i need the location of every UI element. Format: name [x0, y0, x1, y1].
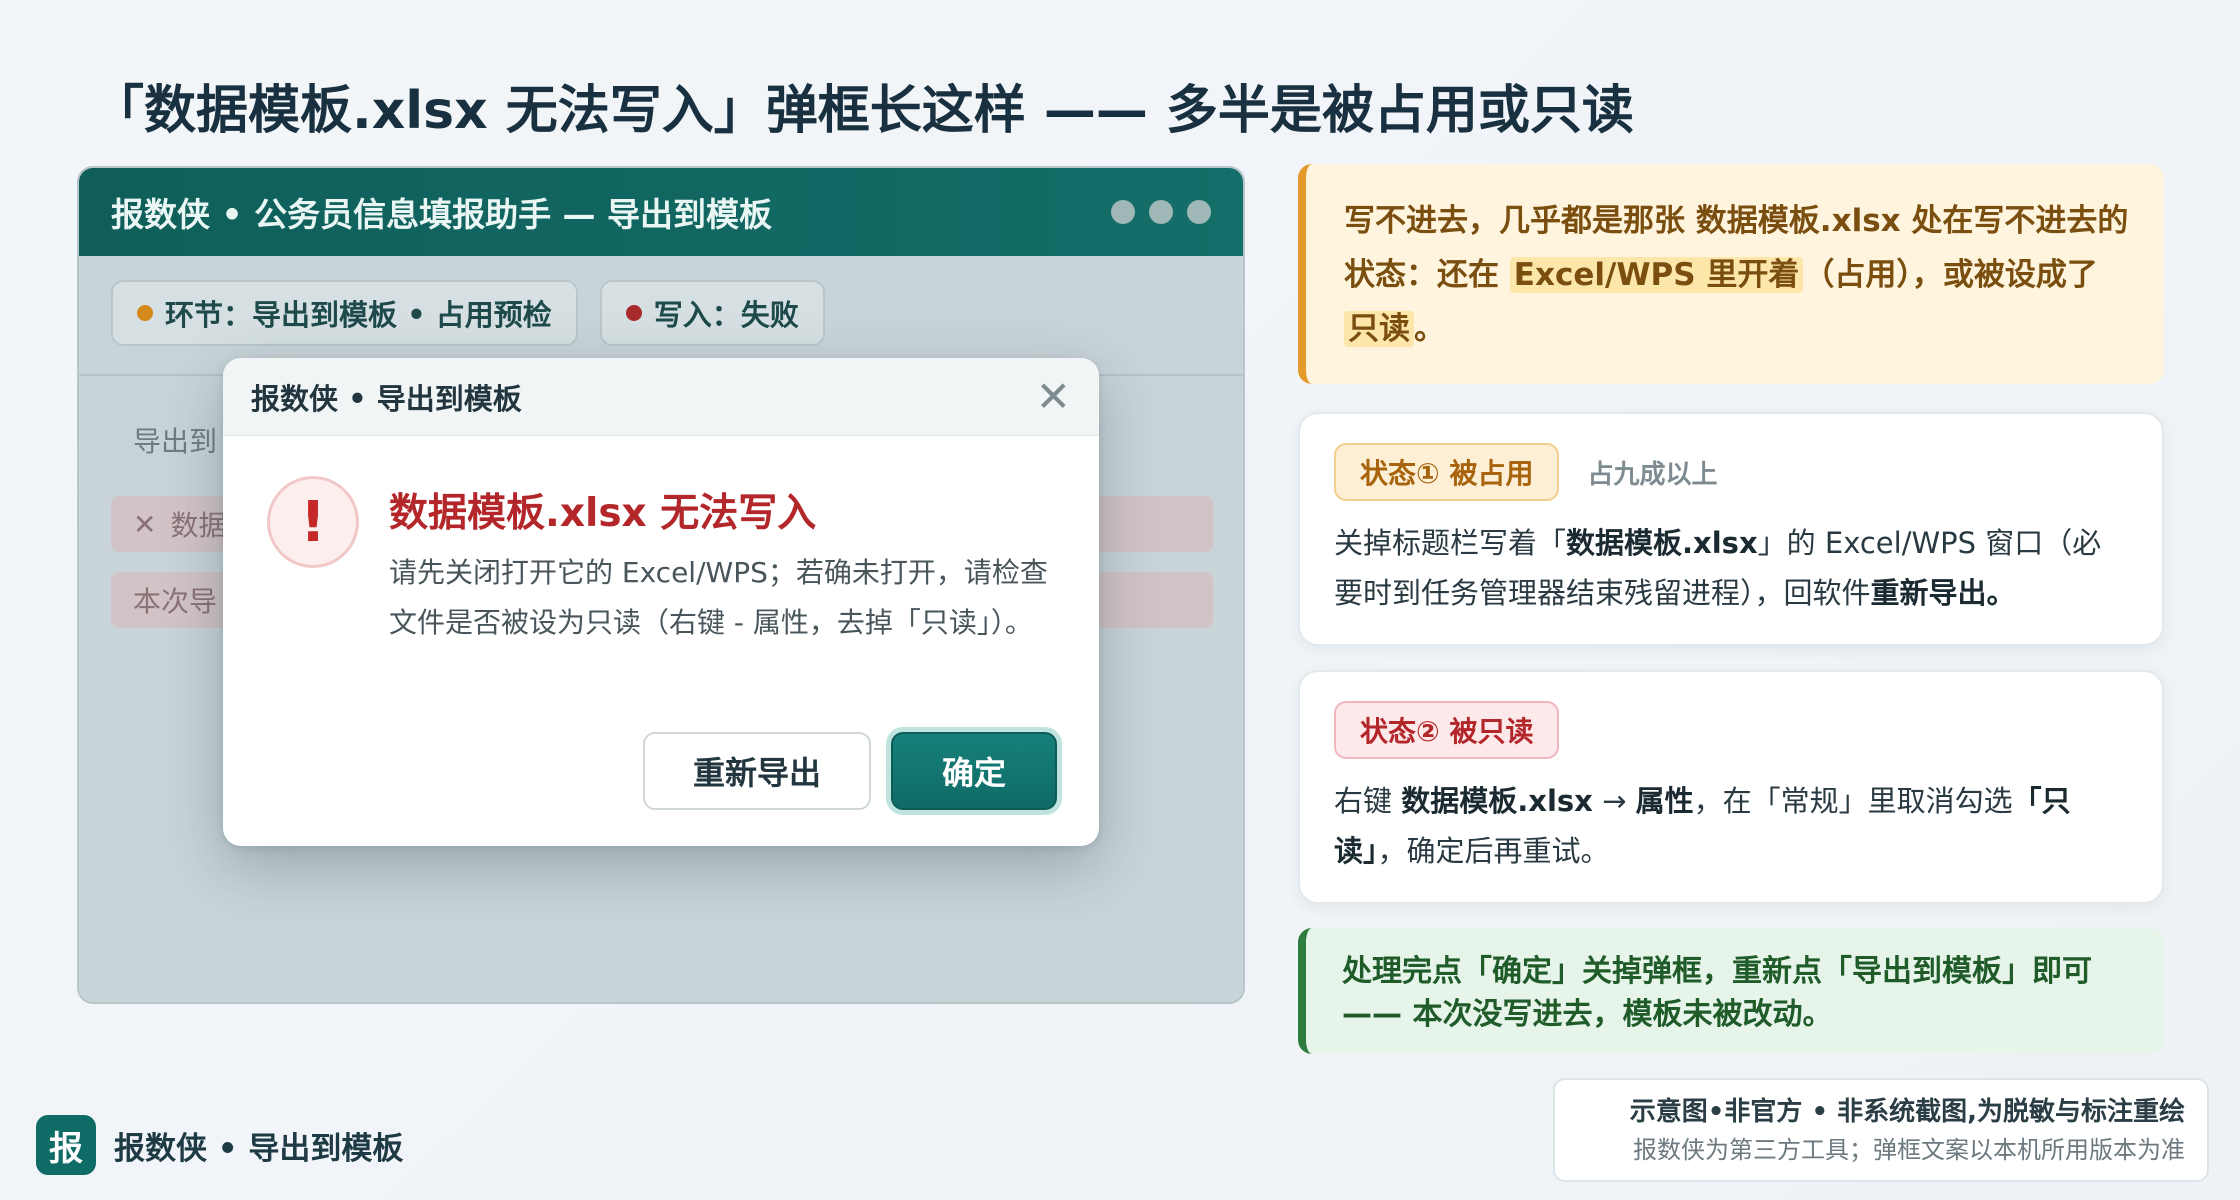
state-card-occupied: 状态① 被占用 占九成以上 关掉标题栏写着「数据模板.xlsx」的 Excel/… — [1298, 412, 2164, 646]
card-text: → — [1592, 784, 1636, 818]
card-text: ，在「常规」里取消勾选 — [1693, 784, 2013, 818]
disclaimer-line: 报数侠为第三方工具；弹框文案以本机所用版本为准 — [1633, 1136, 2185, 1164]
exclamation-icon: ! — [267, 476, 359, 568]
state-note: 占九成以上 — [1587, 459, 1718, 490]
brand-name: 报数侠 • 导出到模板 — [114, 1130, 404, 1167]
stage-chip-label: 环节：导出到模板 • 占用预检 — [165, 298, 552, 332]
state-badge: 状态② 被只读 — [1334, 701, 1560, 759]
state-badge: 状态① 被占用 — [1334, 443, 1560, 501]
window-dot-icon[interactable] — [1149, 200, 1173, 224]
fail-dot-icon — [625, 305, 642, 321]
callout-part: 。 — [1414, 311, 1445, 347]
state-card-readonly: 状态② 被只读 右键 数据模板.xlsx → 属性，在「常规」里取消勾选「只读」… — [1298, 670, 2164, 904]
disclaimer-line: 示意图•非官方 • 非系统截图,为脱敏与标注重绘 — [1629, 1097, 2185, 1127]
resolution-note: 处理完点「确定」关掉弹框，重新点「导出到模板」即可 —— 本次没写进去，模板未被… — [1298, 928, 2164, 1054]
footer-brand: 报 报数侠 • 导出到模板 — [36, 1115, 403, 1175]
close-icon[interactable]: ✕ — [1036, 375, 1071, 418]
card-text: 右键 — [1334, 784, 1402, 818]
callout-highlight: 只读 — [1344, 311, 1414, 347]
error-row-text: 数据 — [170, 509, 227, 542]
window-dot-icon[interactable] — [1111, 200, 1135, 224]
write-status-label: 写入：失败 — [653, 298, 799, 332]
cause-callout: 写不进去，几乎都是那张 数据模板.xlsx 处在写不进去的状态：还在 Excel… — [1298, 164, 2164, 384]
write-status-chip: 写入：失败 — [599, 280, 825, 346]
error-dialog: 报数侠 • 导出到模板 ✕ ! 数据模板.xlsx 无法写入 请先关闭打开它的 … — [223, 358, 1099, 846]
callout-part: （占用），或被设成了 — [1803, 257, 2098, 293]
card-text: ，确定后再重试。 — [1377, 834, 1610, 868]
card-text: 关掉标题栏写着「 — [1334, 526, 1567, 560]
stage-chip: 环节：导出到模板 • 占用预检 — [111, 280, 578, 346]
page-title: 「数据模板.xlsx 无法写入」弹框长这样 —— 多半是被占用或只读 — [92, 81, 1634, 141]
dialog-title: 报数侠 • 导出到模板 — [251, 381, 522, 416]
export-label: 导出到 — [133, 425, 218, 458]
dialog-message: 请先关闭打开它的 Excel/WPS；若确未打开，请检查文件是否被设为只读（右键… — [389, 556, 1048, 639]
window-dot-icon[interactable] — [1187, 200, 1211, 224]
card-body: 关掉标题栏写着「数据模板.xlsx」的 Excel/WPS 窗口（必要时到任务管… — [1334, 518, 2128, 618]
card-bold-text: 数据模板.xlsx — [1401, 784, 1593, 818]
callout-text: 写不进去，几乎都是那张 数据模板.xlsx 处在写不进去的状态：还在 Excel… — [1344, 194, 2130, 356]
dialog-header: 报数侠 • 导出到模板 ✕ — [223, 358, 1099, 436]
stage-dot-icon — [137, 305, 153, 321]
resolution-line: —— 本次没写进去，模板未被改动。 — [1342, 997, 1833, 1032]
info-row-text: 本次导 — [133, 585, 218, 618]
ok-button[interactable]: 确定 — [891, 732, 1057, 810]
card-bold-text: 重新导出。 — [1870, 576, 2016, 610]
retry-export-button[interactable]: 重新导出 — [643, 732, 871, 810]
x-mark-icon: ✕ — [133, 507, 157, 541]
app-title: 报数侠 • 公务员信息填报助手 — 导出到模板 — [111, 195, 773, 234]
disclaimer-box: 示意图•非官方 • 非系统截图,为脱敏与标注重绘 报数侠为第三方工具；弹框文案以… — [1553, 1078, 2209, 1182]
app-titlebar: 报数侠 • 公务员信息填报助手 — 导出到模板 — [79, 168, 1243, 256]
window-controls — [1111, 200, 1211, 224]
card-bold-text: 数据模板.xlsx — [1566, 526, 1758, 560]
resolution-line: 处理完点「确定」关掉弹框，重新点「导出到模板」即可 — [1342, 954, 2092, 989]
brand-logo: 报 — [36, 1115, 96, 1175]
dialog-heading: 数据模板.xlsx 无法写入 — [389, 491, 817, 536]
card-body: 右键 数据模板.xlsx → 属性，在「常规」里取消勾选「只读」，确定后再重试。 — [1334, 776, 2128, 876]
card-header: 状态① 被占用 占九成以上 — [1334, 442, 2128, 502]
card-header: 状态② 被只读 — [1334, 700, 2128, 760]
card-bold-text: 属性 — [1635, 784, 1694, 818]
callout-highlight: Excel/WPS 里开着 — [1509, 257, 1804, 293]
